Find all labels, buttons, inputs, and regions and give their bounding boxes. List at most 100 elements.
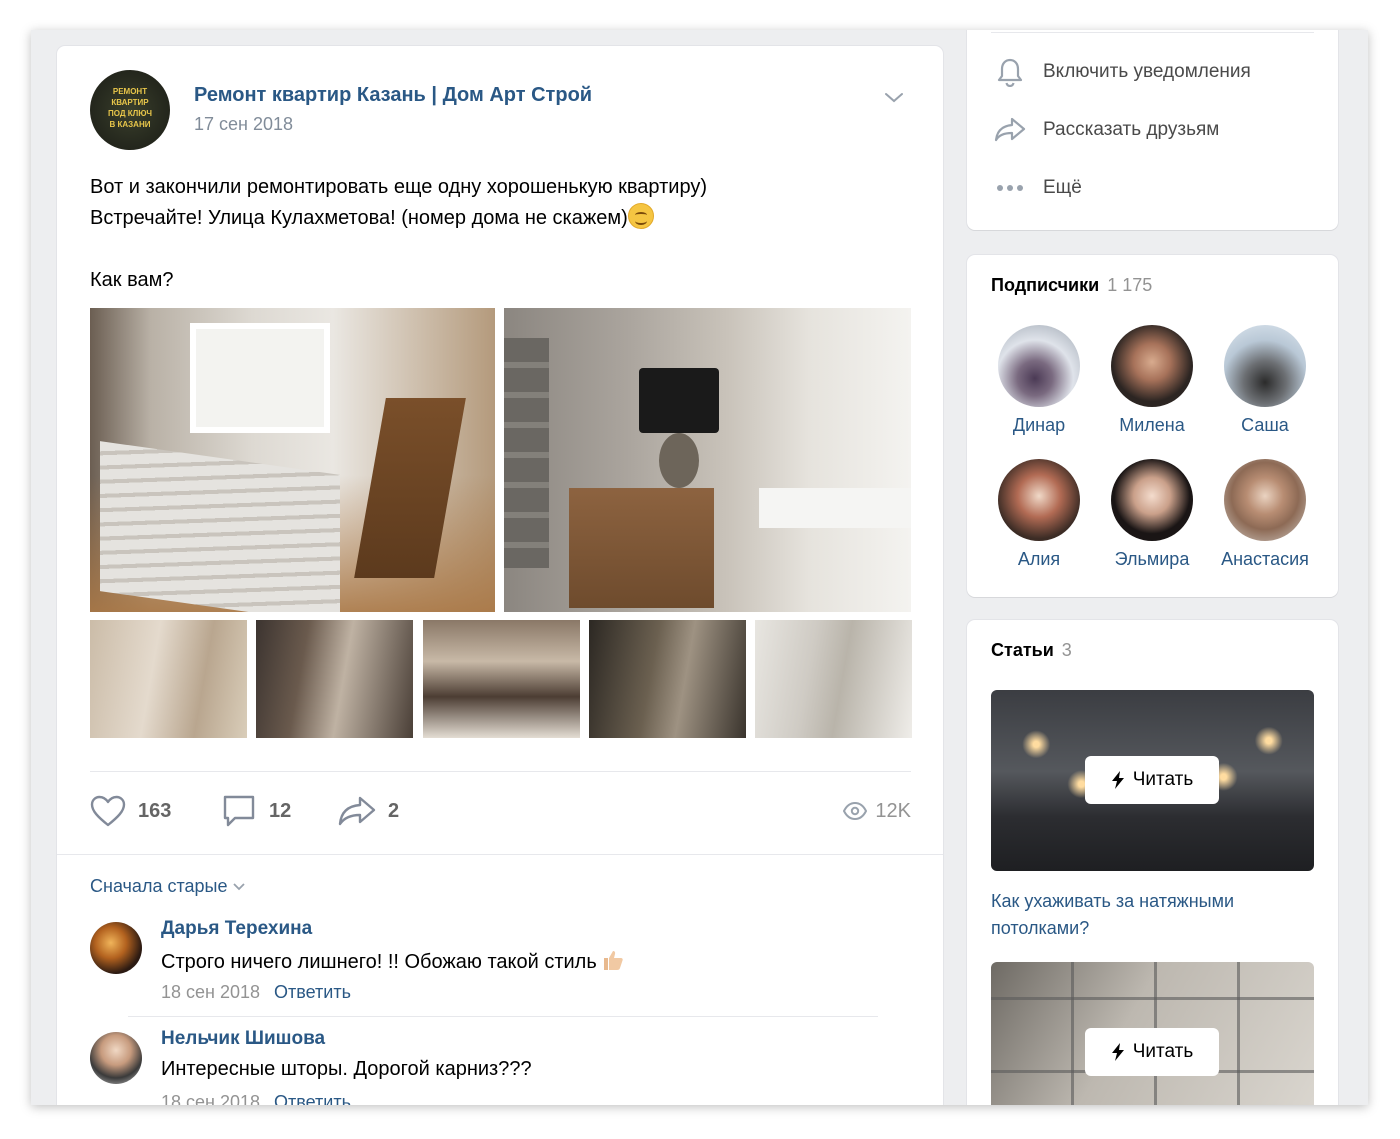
avatar bbox=[1224, 325, 1306, 407]
post-photo-nightstand[interactable] bbox=[504, 308, 911, 612]
share-button[interactable]: 2 bbox=[338, 791, 399, 831]
more-icon bbox=[993, 184, 1027, 192]
avatar bbox=[1111, 325, 1193, 407]
read-article-button[interactable]: Читать bbox=[1085, 756, 1219, 804]
share-count: 2 bbox=[388, 799, 400, 822]
articles-title[interactable]: Статьи 3 bbox=[991, 640, 1072, 661]
heart-icon bbox=[90, 795, 126, 827]
subscriber-name: Алия bbox=[1017, 549, 1061, 569]
subscriber-item[interactable]: Саша bbox=[1210, 325, 1320, 436]
reply-button[interactable]: Ответить bbox=[274, 1092, 351, 1105]
like-button[interactable]: 163 bbox=[90, 791, 171, 831]
article-cover[interactable]: Читать bbox=[991, 962, 1314, 1105]
article-title-link[interactable]: Как ухаживать за натяжными потолками? bbox=[991, 888, 1311, 942]
chevron-down-icon[interactable] bbox=[883, 86, 905, 108]
comment-text: Интересные шторы. Дорогой карниз??? bbox=[161, 1058, 532, 1080]
avatar bbox=[998, 325, 1080, 407]
more-menu-item[interactable]: Ещё bbox=[993, 168, 1082, 208]
subscriber-name: Саша bbox=[1241, 415, 1289, 435]
post-text-line: Встречайте! Улица Кулахметова! (номер до… bbox=[90, 203, 890, 234]
tell-friends-menu-item[interactable]: Рассказать друзьям bbox=[993, 110, 1219, 150]
subscriber-item[interactable]: Алия bbox=[984, 459, 1094, 570]
articles-count: 3 bbox=[1061, 640, 1072, 660]
notifications-menu-item[interactable]: Включить уведомления bbox=[993, 52, 1251, 92]
comment-meta: 18 сен 2018 Ответить bbox=[161, 1092, 351, 1105]
smile-emoji-icon bbox=[627, 203, 654, 229]
views-counter: 12K bbox=[843, 791, 911, 831]
post-text: Вот и закончили ремонтировать еще одну х… bbox=[90, 172, 890, 296]
comment-meta: 18 сен 2018 Ответить bbox=[161, 982, 351, 1003]
avatar[interactable] bbox=[90, 922, 142, 974]
comments-separator bbox=[57, 854, 943, 855]
post-photo-thumb[interactable] bbox=[423, 620, 580, 738]
like-count: 163 bbox=[138, 799, 172, 822]
lightning-icon bbox=[1111, 771, 1124, 789]
comment-button[interactable]: 12 bbox=[221, 791, 291, 831]
views-count: 12K bbox=[875, 799, 911, 822]
subscriber-item[interactable]: Анастасия bbox=[1210, 459, 1320, 570]
photo-bed bbox=[100, 441, 340, 612]
subscriber-name: Динар bbox=[1012, 415, 1066, 435]
group-actions-menu: Включить уведомления Рассказать друзьям … bbox=[967, 30, 1338, 230]
comment-author[interactable]: Нельчик Шишова bbox=[161, 1028, 325, 1050]
avatar bbox=[1224, 459, 1306, 541]
post-photo-thumb[interactable] bbox=[256, 620, 413, 738]
menu-item-label: Включить уведомления bbox=[1043, 61, 1251, 82]
subscribers-card: Подписчики 1 175 Динар Милена Саша Алия Э… bbox=[967, 255, 1338, 597]
comments-sort-toggle[interactable]: Сначала старые bbox=[90, 876, 246, 897]
photo-lamp bbox=[639, 368, 719, 433]
eye-icon bbox=[843, 802, 868, 820]
subscriber-item[interactable]: Эльмира bbox=[1097, 459, 1207, 570]
comment-date[interactable]: 18 сен 2018 bbox=[161, 982, 260, 1002]
subscriber-name: Эльмира bbox=[1114, 549, 1190, 569]
group-name-link[interactable]: Ремонт квартир Казань | Дом Арт Строй bbox=[194, 84, 592, 107]
share-arrow-icon bbox=[338, 796, 376, 826]
photo-nightstand bbox=[569, 488, 714, 608]
chevron-down-icon bbox=[233, 882, 246, 890]
subscriber-item[interactable]: Динар bbox=[984, 325, 1094, 436]
menu-item-label: Рассказать друзьям bbox=[1043, 119, 1220, 140]
avatar-logo-text: РЕМОНТ КВАРТИР ПОД КЛЮЧ В КАЗАНИ bbox=[107, 87, 153, 129]
group-avatar[interactable]: РЕМОНТ КВАРТИР ПОД КЛЮЧ В КАЗАНИ bbox=[90, 70, 170, 150]
post-divider bbox=[90, 771, 911, 772]
article-cover[interactable]: Читать bbox=[991, 690, 1314, 871]
photo-windowsill bbox=[759, 488, 911, 528]
avatar bbox=[998, 459, 1080, 541]
comment-text: Строго ничего лишнего! !! Обожаю такой с… bbox=[161, 948, 625, 974]
photo-headboard bbox=[504, 338, 549, 568]
comment-count: 12 bbox=[269, 799, 292, 822]
post-text-line: Как вам? bbox=[90, 269, 174, 291]
comment-author[interactable]: Дарья Терехина bbox=[161, 918, 312, 940]
page-frame: РЕМОНТ КВАРТИР ПОД КЛЮЧ В КАЗАНИ Ремонт … bbox=[31, 30, 1368, 1105]
photo-shelf bbox=[354, 398, 466, 578]
sort-label: Сначала старые bbox=[90, 876, 228, 896]
comment-icon bbox=[223, 795, 255, 827]
subscribers-title[interactable]: Подписчики 1 175 bbox=[991, 275, 1152, 296]
subscriber-name: Милена bbox=[1119, 415, 1185, 435]
read-article-button[interactable]: Читать bbox=[1085, 1028, 1219, 1076]
subscribers-count: 1 175 bbox=[1107, 275, 1153, 295]
post-actions: 163 12 2 12K bbox=[90, 791, 911, 831]
reply-button[interactable]: Ответить bbox=[274, 982, 351, 1002]
subscriber-name: Анастасия bbox=[1221, 549, 1309, 569]
post-photo-bedroom[interactable] bbox=[90, 308, 495, 612]
lightning-icon bbox=[1111, 1043, 1124, 1061]
avatar[interactable] bbox=[90, 1032, 142, 1084]
menu-divider bbox=[991, 32, 1314, 33]
avatar bbox=[1111, 459, 1193, 541]
post-date[interactable]: 17 сен 2018 bbox=[194, 114, 293, 135]
post-photo-thumb[interactable] bbox=[755, 620, 912, 738]
subscriber-item[interactable]: Милена bbox=[1097, 325, 1207, 436]
comment-separator bbox=[128, 1016, 878, 1017]
post-text-line: Вот и закончили ремонтировать еще одну х… bbox=[90, 176, 708, 198]
articles-card: Статьи 3 Читать Как ухаживать за натяжным… bbox=[967, 620, 1338, 1105]
bell-icon bbox=[993, 57, 1027, 87]
comment-date[interactable]: 18 сен 2018 bbox=[161, 1092, 260, 1105]
post-card: РЕМОНТ КВАРТИР ПОД КЛЮЧ В КАЗАНИ Ремонт … bbox=[57, 46, 943, 1105]
menu-item-label: Ещё bbox=[1043, 177, 1082, 198]
share-icon bbox=[993, 117, 1027, 143]
post-photo-thumb[interactable] bbox=[90, 620, 247, 738]
photo-window bbox=[190, 323, 330, 433]
thumbs-up-emoji-icon bbox=[603, 951, 623, 970]
post-photo-thumb[interactable] bbox=[589, 620, 746, 738]
